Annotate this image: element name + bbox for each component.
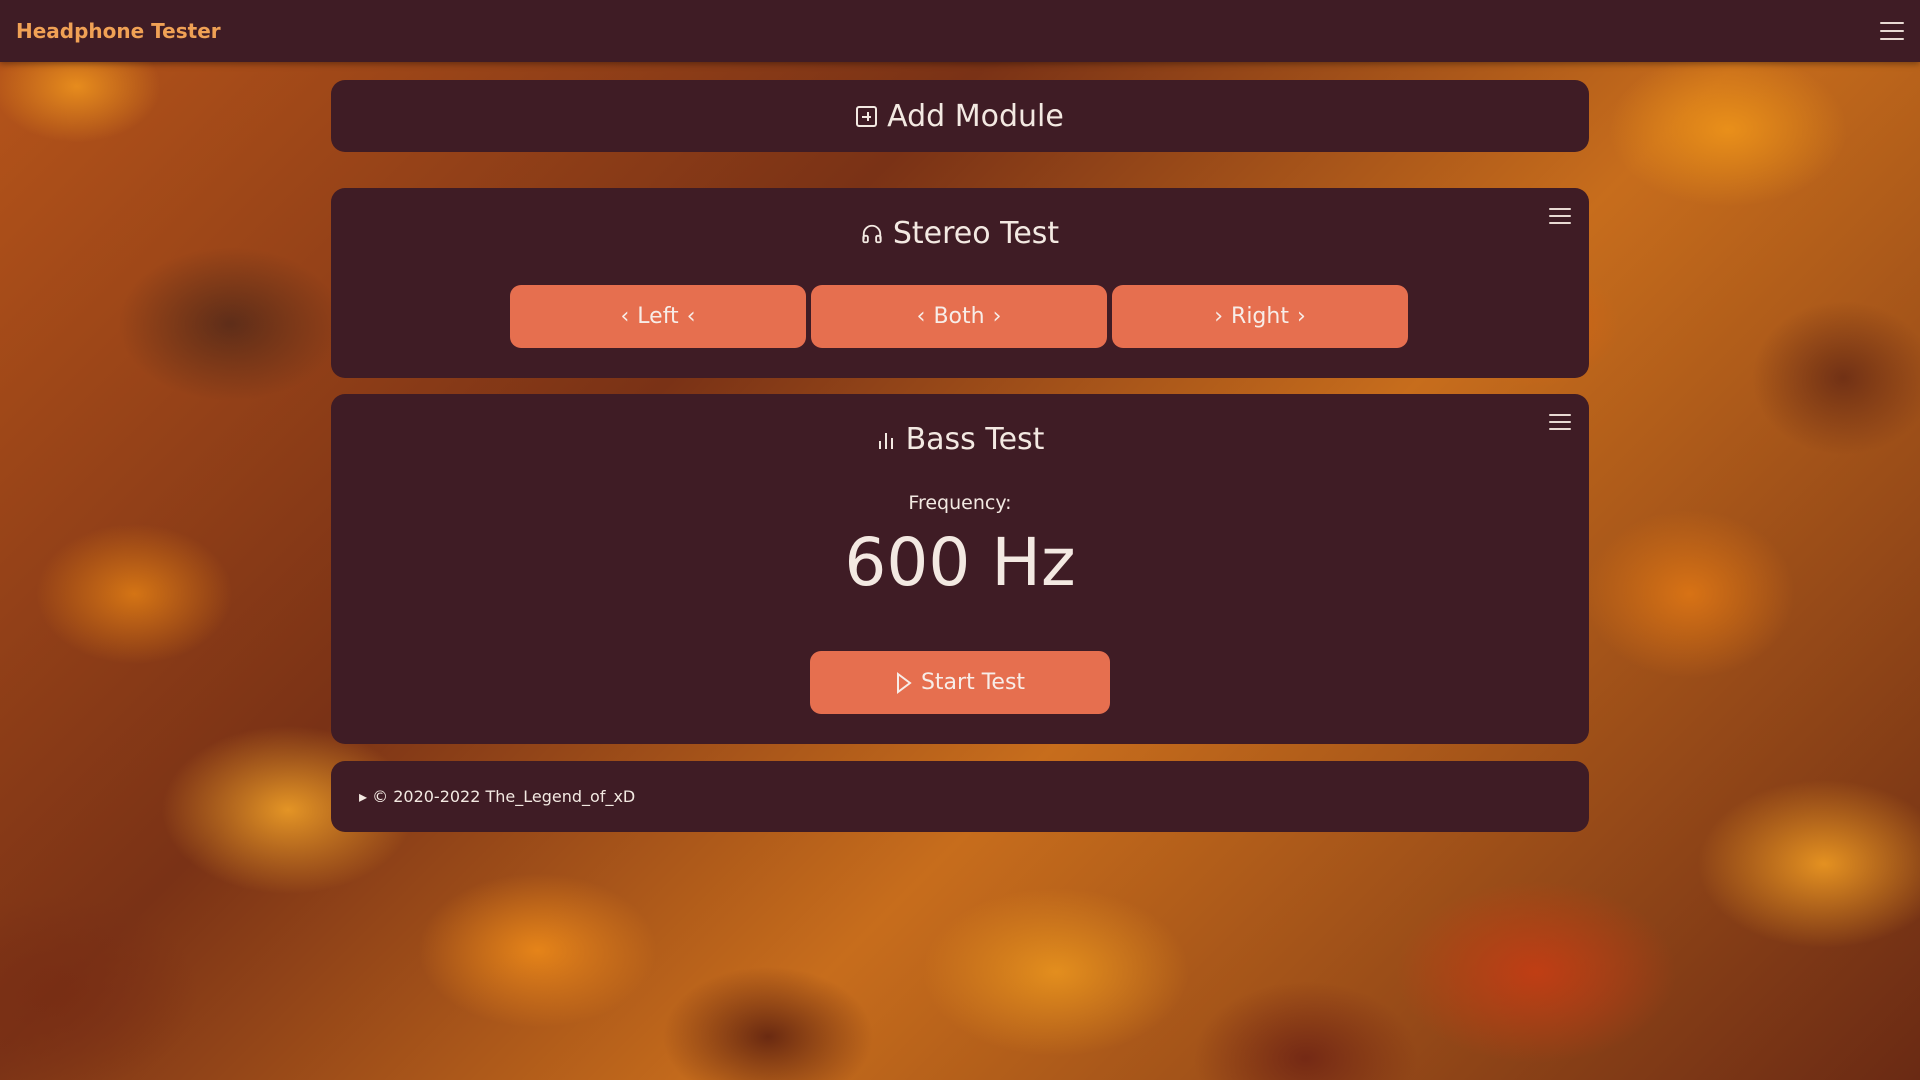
- chevron-left-icon: ‹: [620, 304, 630, 329]
- chevron-right-icon: ›: [1214, 304, 1224, 329]
- both-button-label: Both: [933, 304, 985, 329]
- bass-module-menu-icon[interactable]: [1549, 414, 1571, 430]
- stereo-test-module: Stereo Test ‹ Left ‹ ‹ Both › › Right ›: [331, 188, 1589, 378]
- headphones-icon: [862, 224, 882, 243]
- stereo-test-title-text: Stereo Test: [892, 216, 1060, 251]
- plus-square-icon: [856, 105, 878, 127]
- footer: ▸ © 2020-2022 The_Legend_of_xD: [331, 761, 1589, 832]
- left-channel-button[interactable]: ‹ Left ‹: [510, 285, 806, 348]
- app-brand[interactable]: Headphone Tester: [16, 19, 221, 43]
- bass-test-module: Bass Test Frequency: 600 Hz Start Test: [331, 394, 1589, 744]
- stereo-module-menu-icon[interactable]: [1549, 208, 1571, 224]
- bar-chart-icon: [878, 432, 893, 449]
- chevron-right-icon: ›: [1296, 304, 1306, 329]
- right-button-label: Right: [1231, 304, 1289, 329]
- top-navbar: Headphone Tester: [0, 0, 1920, 62]
- start-test-button[interactable]: Start Test: [810, 651, 1110, 714]
- right-channel-button[interactable]: › Right ›: [1112, 285, 1408, 348]
- both-channels-button[interactable]: ‹ Both ›: [811, 285, 1107, 348]
- stereo-button-row: ‹ Left ‹ ‹ Both › › Right ›: [510, 285, 1408, 348]
- chevron-left-icon: ‹: [686, 304, 696, 329]
- add-module-button[interactable]: Add Module: [331, 80, 1589, 152]
- frequency-label: Frequency:: [908, 492, 1012, 514]
- stereo-test-title: Stereo Test: [331, 216, 1589, 251]
- start-test-label: Start Test: [920, 670, 1026, 695]
- bass-test-title: Bass Test: [331, 422, 1589, 457]
- add-module-label: Add Module: [887, 98, 1064, 134]
- chevron-right-icon: ›: [992, 304, 1002, 329]
- frequency-value: 600 Hz: [844, 524, 1076, 601]
- bass-test-title-text: Bass Test: [905, 422, 1045, 457]
- footer-copyright[interactable]: ▸ © 2020-2022 The_Legend_of_xD: [359, 787, 635, 806]
- play-icon: [896, 671, 912, 694]
- hamburger-menu-icon[interactable]: [1880, 22, 1904, 40]
- left-button-label: Left: [637, 304, 679, 329]
- chevron-left-icon: ‹: [916, 304, 926, 329]
